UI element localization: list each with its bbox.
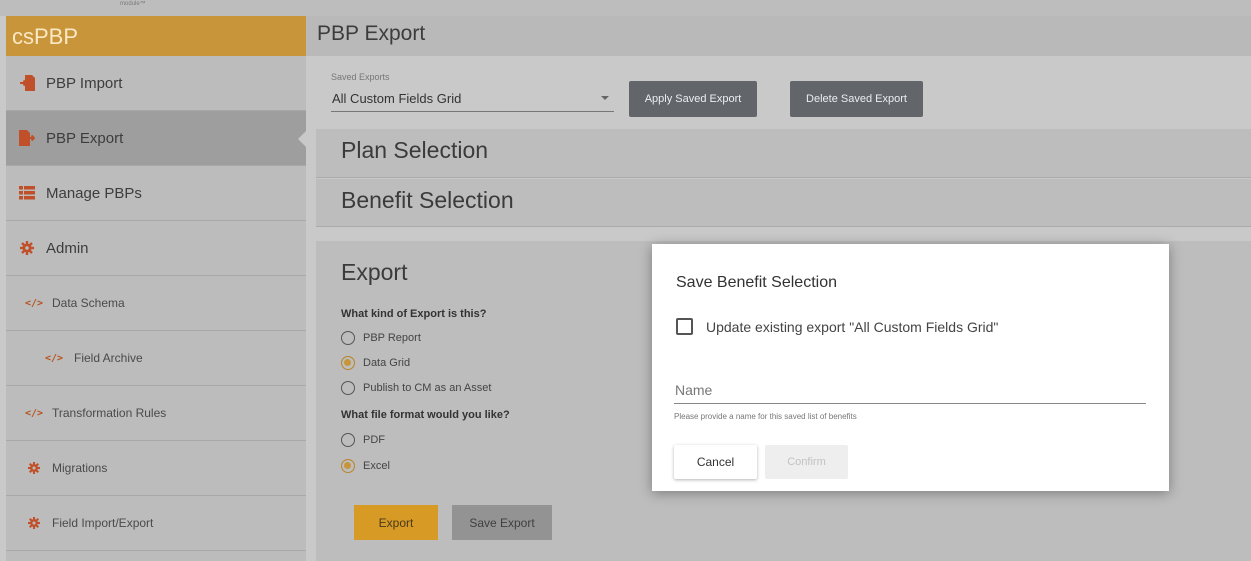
chevron-down-icon	[601, 96, 609, 100]
sidebar-item-admin[interactable]: Admin	[6, 221, 306, 276]
radio-label: Data Grid	[363, 357, 411, 369]
sidebar-item-pbp-export[interactable]: PBP Export	[6, 111, 307, 166]
radio-pbp-report[interactable]: PBP Report	[341, 331, 421, 345]
radio-circle	[341, 331, 355, 345]
sidebar-item-label: PBP Export	[46, 129, 124, 147]
sidebar-item-manage-pbps[interactable]: Manage PBPs	[6, 166, 306, 221]
sidebar-item-label: Field Archive	[74, 351, 143, 365]
radio-label: Publish to CM as an Asset	[363, 382, 492, 394]
radio-label: Excel	[363, 460, 390, 472]
app-brand: csPBP	[6, 16, 306, 56]
saved-exports-value: All Custom Fields Grid	[332, 91, 462, 106]
sidebar-item-field-archive[interactable]: </> Field Archive	[6, 331, 306, 386]
file-format-question: What file format would you like?	[341, 409, 510, 421]
saved-exports-select[interactable]: All Custom Fields Grid	[331, 88, 614, 112]
radio-publish-cm[interactable]: Publish to CM as an Asset	[341, 381, 491, 395]
gear-icon	[26, 515, 42, 531]
radio-circle-selected	[341, 459, 355, 473]
checkbox-box[interactable]	[676, 318, 693, 335]
save-export-button[interactable]: Save Export	[452, 505, 552, 540]
sidebar: csPBP PBP Import PBP Export Manage PBPs …	[6, 16, 307, 561]
update-existing-checkbox[interactable]: Update existing export "All Custom Field…	[676, 318, 998, 335]
radio-data-grid[interactable]: Data Grid	[341, 356, 410, 370]
export-kind-question: What kind of Export is this?	[341, 308, 487, 320]
list-icon	[19, 185, 35, 201]
gear-icon	[26, 460, 42, 476]
code-icon: </>	[24, 297, 44, 309]
saved-exports-label: Saved Exports	[331, 72, 390, 82]
gear-icon	[19, 240, 35, 256]
top-strip: module™	[0, 0, 1251, 16]
sidebar-item-label: Transformation Rules	[52, 406, 167, 420]
cancel-button[interactable]: Cancel	[674, 445, 757, 479]
apply-saved-export-button[interactable]: Apply Saved Export	[629, 81, 757, 117]
sidebar-item-transformation-rules[interactable]: </> Transformation Rules	[6, 386, 306, 441]
sidebar-item-label: PBP Import	[46, 74, 123, 92]
top-strip-text: module™	[120, 1, 146, 7]
sidebar-item-field-import-export[interactable]: Field Import/Export	[6, 496, 306, 551]
sidebar-item-migrations[interactable]: Migrations	[6, 441, 306, 496]
export-button[interactable]: Export	[354, 505, 438, 540]
radio-circle-selected	[341, 356, 355, 370]
sidebar-item-label: Migrations	[52, 461, 108, 475]
sidebar-item-data-schema[interactable]: </> Data Schema	[6, 276, 306, 331]
sidebar-item-label: Admin	[46, 239, 89, 257]
dialog-title: Save Benefit Selection	[676, 274, 837, 291]
export-title: Export	[341, 259, 408, 285]
code-icon: </>	[44, 352, 64, 364]
radio-circle	[341, 381, 355, 395]
sidebar-item-label: Manage PBPs	[46, 184, 142, 202]
save-benefit-selection-dialog: Save Benefit Selection Update existing e…	[652, 244, 1169, 491]
code-icon: </>	[24, 407, 44, 419]
radio-label: PDF	[363, 434, 385, 446]
sidebar-item-pbp-import[interactable]: PBP Import	[6, 56, 306, 111]
checkbox-label: Update existing export "All Custom Field…	[706, 318, 999, 335]
confirm-button[interactable]: Confirm	[765, 445, 848, 479]
name-hint: Please provide a name for this saved lis…	[674, 412, 857, 421]
radio-pdf[interactable]: PDF	[341, 433, 385, 447]
export-icon	[19, 130, 35, 146]
radio-excel[interactable]: Excel	[341, 459, 390, 473]
sidebar-item-label: Data Schema	[52, 296, 125, 310]
delete-saved-export-button[interactable]: Delete Saved Export	[790, 81, 923, 117]
name-input[interactable]	[674, 376, 1146, 404]
import-icon	[19, 75, 35, 91]
sidebar-item-label: Field Import/Export	[52, 516, 154, 530]
radio-label: PBP Report	[363, 332, 421, 344]
plan-selection-title: Plan Selection	[341, 137, 489, 163]
benefit-selection-panel[interactable]: Benefit Selection	[316, 179, 1251, 227]
plan-selection-panel[interactable]: Plan Selection	[316, 129, 1251, 178]
radio-circle	[341, 433, 355, 447]
benefit-selection-title: Benefit Selection	[341, 187, 514, 213]
page-title: PBP Export	[306, 16, 1251, 56]
